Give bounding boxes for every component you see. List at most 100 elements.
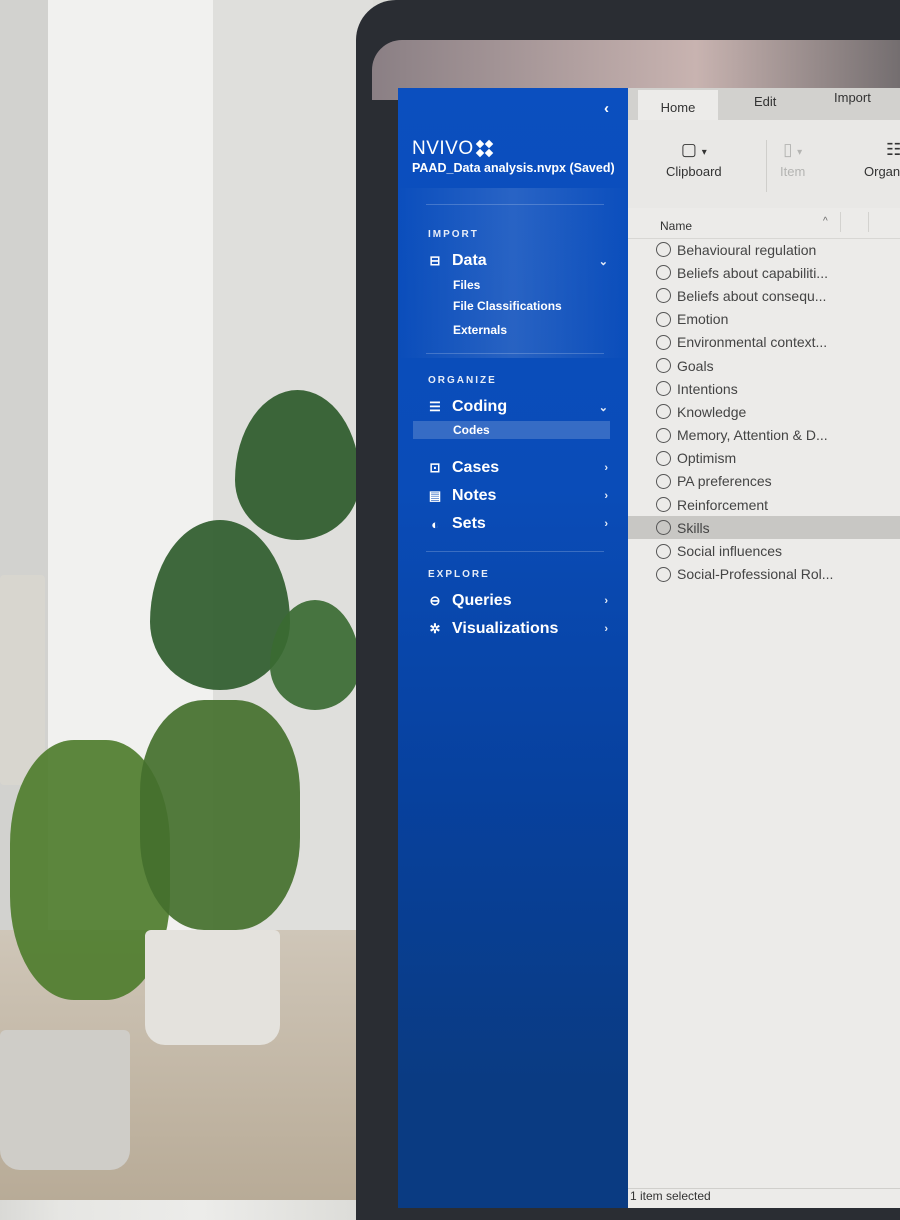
ribbon-toolbar: ▢ ▾ Clipboard ▯ ▾ Item ☷ Organ — [628, 120, 900, 208]
sidebar-item-label: Visualizations — [452, 620, 559, 637]
code-name: Memory, Attention & D... — [677, 427, 828, 444]
table-row[interactable]: Memory, Attention & D... — [628, 424, 900, 447]
project-title: PAAD_Data analysis.nvpx (Saved) — [412, 161, 615, 175]
chevron-left-icon[interactable]: ‹ — [604, 100, 609, 117]
background-pot — [145, 930, 280, 1045]
code-radio-icon[interactable] — [656, 358, 671, 374]
sidebar-item-cases[interactable]: ⊡ Cases › — [426, 459, 608, 477]
sidebar-item-data[interactable]: ⊟ Data ⌄ — [426, 252, 608, 270]
table-row[interactable]: Social influences — [628, 539, 900, 562]
sidebar-item-codes[interactable]: Codes — [413, 421, 610, 439]
background-heater — [0, 575, 45, 785]
coding-icon: ☰ — [429, 399, 441, 414]
chevron-right-icon[interactable]: › — [604, 595, 608, 607]
sidebar-item-file-classifications[interactable]: File Classifications — [453, 299, 562, 313]
sidebar-item-notes[interactable]: ▤ Notes › — [426, 487, 608, 505]
table-row[interactable]: Beliefs about capabiliti... — [628, 261, 900, 284]
status-bar: 1 item selected — [628, 1188, 900, 1203]
table-row[interactable]: PA preferences — [628, 470, 900, 493]
queries-icon: ⊖ — [429, 593, 441, 608]
divider — [426, 551, 604, 552]
dropdown-arrow-icon: ▾ — [797, 147, 803, 158]
code-radio-icon[interactable] — [656, 381, 671, 397]
code-radio-icon[interactable] — [656, 404, 671, 420]
background-pot — [0, 1030, 130, 1170]
item-label: Item — [780, 164, 806, 179]
document-icon: ▯ — [783, 140, 793, 159]
code-name: Behavioural regulation — [677, 241, 817, 258]
chevron-right-icon[interactable]: › — [604, 462, 608, 474]
chevron-right-icon[interactable]: › — [604, 623, 608, 635]
chevron-down-icon[interactable]: ⌄ — [599, 401, 608, 414]
code-radio-icon[interactable] — [656, 427, 671, 443]
code-name: Optimism — [677, 450, 737, 467]
code-radio-icon[interactable] — [656, 543, 671, 559]
column-header-name[interactable]: Name — [660, 219, 692, 233]
clipboard-button[interactable]: ▢ ▾ Clipboard — [666, 140, 722, 179]
dropdown-arrow-icon: ▾ — [701, 147, 707, 158]
section-explore: EXPLORE — [428, 569, 490, 580]
code-radio-icon[interactable] — [656, 497, 671, 513]
item-button[interactable]: ▯ ▾ Item — [780, 140, 805, 179]
divider — [426, 353, 604, 354]
code-radio-icon[interactable] — [656, 473, 671, 489]
table-row[interactable]: Beliefs about consequ... — [628, 284, 900, 307]
section-import: IMPORT — [428, 229, 479, 240]
table-row[interactable]: Knowledge — [628, 400, 900, 423]
sidebar-item-label: Notes — [452, 487, 497, 504]
chevron-right-icon[interactable]: › — [604, 490, 608, 502]
column-separator[interactable] — [868, 212, 869, 232]
divider — [426, 204, 604, 205]
code-radio-icon[interactable] — [656, 520, 671, 536]
table-row[interactable]: Social-Professional Rol... — [628, 563, 900, 586]
table-row[interactable]: Intentions — [628, 377, 900, 400]
code-radio-icon[interactable] — [656, 288, 671, 304]
sidebar-item-label: Queries — [452, 592, 512, 609]
code-radio-icon[interactable] — [656, 566, 671, 582]
code-radio-icon[interactable] — [656, 242, 671, 258]
navigation-sidebar: ‹ NVIVO PAAD_Data analysis.nvpx (Saved) … — [398, 88, 628, 1208]
table-row[interactable]: Behavioural regulation — [628, 238, 900, 261]
tab-edit[interactable]: Edit — [754, 94, 776, 109]
sidebar-item-sets[interactable]: ◐ Sets › — [426, 515, 608, 533]
tab-import[interactable]: Import — [834, 90, 871, 105]
ribbon-separator — [766, 140, 767, 192]
table-row[interactable]: Goals — [628, 354, 900, 377]
column-separator[interactable] — [840, 212, 841, 232]
code-name: Knowledge — [677, 403, 747, 420]
code-name: PA preferences — [677, 473, 772, 490]
sidebar-item-coding[interactable]: ☰ Coding ⌄ — [426, 398, 608, 416]
sets-icon: ◐ — [431, 516, 439, 532]
sidebar-item-label: Data — [452, 252, 487, 269]
sidebar-item-visualizations[interactable]: ✲ Visualizations › — [426, 620, 608, 638]
organize-button[interactable]: ☷ Organ — [864, 140, 900, 179]
code-name: Reinforcement — [677, 496, 769, 513]
code-radio-icon[interactable] — [656, 334, 671, 350]
table-row[interactable]: Emotion — [628, 308, 900, 331]
sidebar-item-externals[interactable]: Externals — [453, 323, 507, 337]
sidebar-item-label: Cases — [452, 459, 500, 476]
code-name: Beliefs about capabiliti... — [677, 264, 828, 281]
notes-icon: ▤ — [428, 488, 442, 503]
chevron-right-icon[interactable]: › — [604, 518, 608, 530]
table-row[interactable]: Optimism — [628, 447, 900, 470]
clipboard-label: Clipboard — [666, 164, 722, 179]
table-row-selected[interactable]: Skills — [628, 516, 900, 540]
chevron-down-icon[interactable]: ⌄ — [599, 255, 608, 268]
code-name: Social-Professional Rol... — [677, 566, 834, 583]
table-row[interactable]: Environmental context... — [628, 331, 900, 354]
table-header: Name ^ — [628, 212, 900, 239]
organize-icon: ☷ — [886, 140, 900, 159]
code-radio-icon[interactable] — [656, 311, 671, 327]
section-organize: ORGANIZE — [428, 375, 497, 386]
sort-ascending-icon[interactable]: ^ — [823, 216, 828, 227]
sidebar-item-queries[interactable]: ⊖ Queries › — [426, 592, 608, 610]
logo-text: NVIVO — [412, 138, 474, 159]
tab-home[interactable]: Home — [638, 90, 718, 122]
clipboard-icon: ▢ — [680, 140, 697, 159]
code-radio-icon[interactable] — [656, 450, 671, 466]
table-row[interactable]: Reinforcement — [628, 493, 900, 516]
sidebar-item-files[interactable]: Files — [453, 278, 480, 292]
nvivo-logo: NVIVO — [412, 138, 494, 160]
code-radio-icon[interactable] — [656, 265, 671, 281]
